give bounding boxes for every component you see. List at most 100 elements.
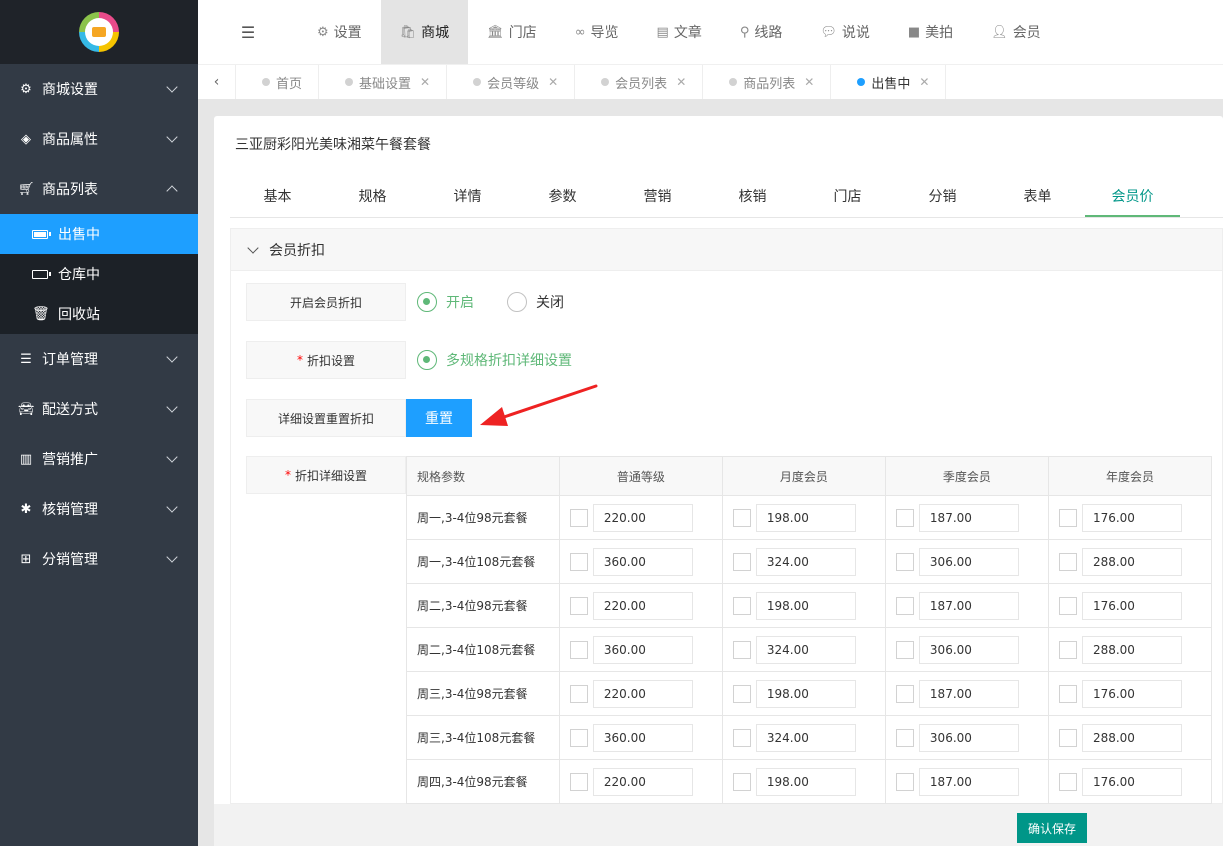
checkbox[interactable] [732, 640, 751, 659]
checkbox[interactable] [569, 772, 588, 791]
checkbox[interactable] [1058, 508, 1077, 527]
checkbox[interactable] [569, 596, 588, 615]
checkbox[interactable] [1058, 684, 1077, 703]
menu-toggle-icon[interactable]: ☰ [198, 0, 298, 64]
top-tab-settings[interactable]: ⚙ 设置 [298, 0, 381, 64]
member-price-input[interactable] [592, 767, 693, 796]
logo[interactable] [79, 12, 119, 52]
checkbox[interactable] [895, 684, 914, 703]
sidebar-item-order-management[interactable]: ☰ 订单管理 [0, 334, 198, 384]
checkbox[interactable] [732, 552, 751, 571]
member-price-input[interactable] [918, 547, 1019, 576]
tab-marketing[interactable]: 营销 [610, 178, 705, 217]
sidebar-item-verification[interactable]: ✱ 核销管理 [0, 484, 198, 534]
member-price-input[interactable] [1081, 635, 1182, 664]
page-tab-home[interactable]: 首页 [236, 65, 320, 99]
chevron-left-icon[interactable]: ‹ [198, 65, 236, 99]
sidebar-item-mall-settings[interactable]: ⚙ 商城设置 [0, 64, 198, 114]
checkbox[interactable] [1058, 728, 1077, 747]
member-price-input[interactable] [755, 591, 856, 620]
checkbox[interactable] [1058, 596, 1077, 615]
member-price-input[interactable] [1081, 679, 1182, 708]
panel-header[interactable]: 会员折扣 [231, 229, 1222, 271]
sidebar-item-product-attributes[interactable]: ◈ 商品属性 [0, 114, 198, 164]
member-price-input[interactable] [755, 547, 856, 576]
member-price-input[interactable] [918, 679, 1019, 708]
checkbox[interactable] [1058, 552, 1077, 571]
page-tab-basic-settings[interactable]: 基础设置 ✕ [319, 65, 448, 99]
close-icon[interactable]: ✕ [548, 75, 558, 89]
tab-distribution[interactable]: 分销 [895, 178, 990, 217]
member-price-input[interactable] [592, 635, 693, 664]
member-price-input[interactable] [592, 723, 693, 752]
checkbox[interactable] [732, 684, 751, 703]
checkbox[interactable] [895, 728, 914, 747]
confirm-save-button[interactable]: 确认保存 [1017, 813, 1087, 843]
top-tab-guide[interactable]: ∞ 导览 [556, 0, 638, 64]
tab-form[interactable]: 表单 [990, 178, 1085, 217]
checkbox[interactable] [732, 772, 751, 791]
close-icon[interactable]: ✕ [676, 75, 686, 89]
member-price-input[interactable] [755, 503, 856, 532]
top-tab-members[interactable]: 👤︎ 会员 [972, 0, 1060, 64]
member-price-input[interactable] [755, 767, 856, 796]
tab-verification[interactable]: 核销 [705, 178, 800, 217]
tab-params[interactable]: 参数 [515, 178, 610, 217]
top-tab-mall[interactable]: 🛍︎ 商城 [380, 0, 469, 64]
checkbox[interactable] [732, 728, 751, 747]
member-price-input[interactable] [755, 635, 856, 664]
checkbox[interactable] [732, 596, 751, 615]
member-price-input[interactable] [1081, 591, 1182, 620]
sidebar-item-marketing[interactable]: ▥ 营销推广 [0, 434, 198, 484]
top-tab-photos[interactable]: ■ 美拍 [889, 0, 972, 64]
tab-basic[interactable]: 基本 [230, 178, 325, 217]
member-price-input[interactable] [918, 767, 1019, 796]
checkbox[interactable] [1058, 772, 1077, 791]
member-price-input[interactable] [918, 503, 1019, 532]
checkbox[interactable] [569, 684, 588, 703]
sidebar-subitem-warehouse[interactable]: 仓库中 [0, 254, 198, 294]
checkbox[interactable] [1058, 640, 1077, 659]
radio-multi-spec-discount[interactable]: 多规格折扣详细设置 [417, 350, 572, 370]
member-price-input[interactable] [918, 591, 1019, 620]
page-tab-member-level[interactable]: 会员等级 ✕ [447, 65, 576, 99]
member-price-input[interactable] [592, 591, 693, 620]
checkbox[interactable] [895, 596, 914, 615]
page-tab-member-list[interactable]: 会员列表 ✕ [575, 65, 704, 99]
close-icon[interactable]: ✕ [420, 75, 430, 89]
sidebar-item-product-list[interactable]: 🛒︎ 商品列表 [0, 164, 198, 214]
sidebar-subitem-recycle-bin[interactable]: 🗑︎ 回收站 [0, 294, 198, 334]
checkbox[interactable] [569, 728, 588, 747]
checkbox[interactable] [569, 552, 588, 571]
top-tab-articles[interactable]: ▤ 文章 [638, 0, 721, 64]
tab-stores[interactable]: 门店 [800, 178, 895, 217]
member-price-input[interactable] [755, 723, 856, 752]
checkbox[interactable] [895, 508, 914, 527]
member-price-input[interactable] [1081, 767, 1182, 796]
member-price-input[interactable] [592, 679, 693, 708]
radio-disable[interactable]: 关闭 [507, 292, 564, 312]
sidebar-item-distribution[interactable]: ⊞ 分销管理 [0, 534, 198, 584]
checkbox[interactable] [569, 508, 588, 527]
tab-details[interactable]: 详情 [420, 178, 515, 217]
member-price-input[interactable] [1081, 723, 1182, 752]
member-price-input[interactable] [918, 723, 1019, 752]
checkbox[interactable] [732, 508, 751, 527]
top-tab-posts[interactable]: 💬︎ 说说 [801, 0, 889, 64]
sidebar-subitem-on-sale[interactable]: 出售中 [0, 214, 198, 254]
sidebar-item-delivery[interactable]: 🚘︎ 配送方式 [0, 384, 198, 434]
checkbox[interactable] [895, 772, 914, 791]
member-price-input[interactable] [1081, 547, 1182, 576]
radio-enable[interactable]: 开启 [417, 292, 474, 312]
member-price-input[interactable] [755, 679, 856, 708]
tab-specs[interactable]: 规格 [325, 178, 420, 217]
page-tab-product-list[interactable]: 商品列表 ✕ [703, 65, 832, 99]
close-icon[interactable]: ✕ [804, 75, 814, 89]
close-icon[interactable]: ✕ [919, 75, 929, 89]
member-price-input[interactable] [592, 547, 693, 576]
member-price-input[interactable] [592, 503, 693, 532]
checkbox[interactable] [569, 640, 588, 659]
top-tab-store[interactable]: 🏛︎ 门店 [468, 0, 556, 64]
checkbox[interactable] [895, 552, 914, 571]
tab-member-price[interactable]: 会员价 [1085, 178, 1180, 217]
